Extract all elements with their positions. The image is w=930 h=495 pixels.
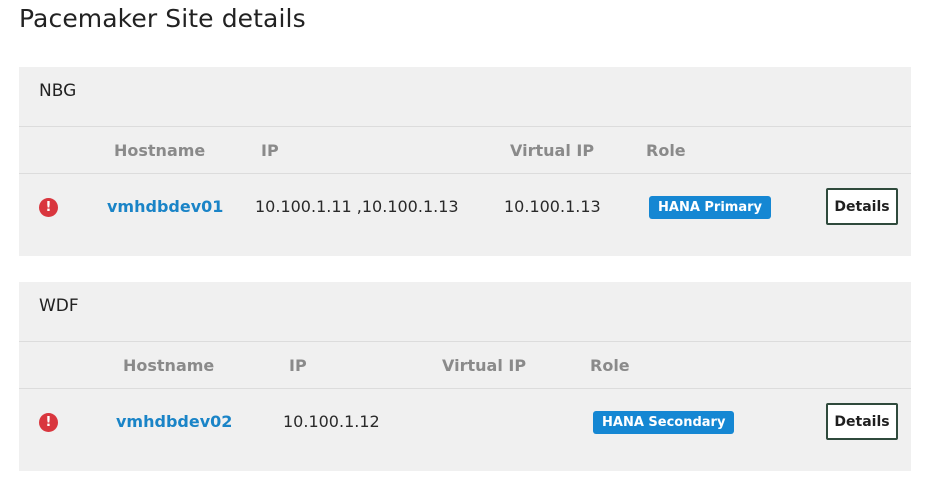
page-title: Pacemaker Site details bbox=[19, 4, 306, 33]
divider bbox=[19, 341, 911, 342]
site-name: NBG bbox=[39, 81, 77, 101]
virtual-ip-value: 10.100.1.13 bbox=[504, 197, 601, 216]
divider bbox=[19, 173, 911, 174]
column-header-virtual-ip: Virtual IP bbox=[442, 356, 527, 375]
column-header-ip: IP bbox=[289, 356, 307, 375]
error-icon: ! bbox=[39, 413, 58, 432]
role-badge: HANA Primary bbox=[649, 196, 772, 219]
divider bbox=[19, 388, 911, 389]
column-header-virtual-ip: Virtual IP bbox=[510, 141, 595, 160]
hostname-link[interactable]: vmhdbdev02 bbox=[116, 412, 232, 431]
site-name: WDF bbox=[39, 296, 79, 316]
hostname-link[interactable]: vmhdbdev01 bbox=[107, 197, 223, 216]
details-button[interactable]: Details bbox=[826, 188, 898, 225]
site-card-nbg: NBG Hostname IP Virtual IP Role ! vmhdbd… bbox=[19, 67, 911, 256]
details-button[interactable]: Details bbox=[826, 403, 898, 440]
column-header-hostname: Hostname bbox=[123, 356, 215, 375]
column-header-hostname: Hostname bbox=[114, 141, 206, 160]
ip-value: 10.100.1.11 ,10.100.1.13 bbox=[255, 197, 459, 216]
column-header-role: Role bbox=[646, 141, 686, 160]
role-badge: HANA Secondary bbox=[593, 411, 735, 434]
divider bbox=[19, 126, 911, 127]
column-header-ip: IP bbox=[261, 141, 279, 160]
column-header-role: Role bbox=[590, 356, 630, 375]
site-card-wdf: WDF Hostname IP Virtual IP Role ! vmhdbd… bbox=[19, 282, 911, 471]
ip-value: 10.100.1.12 bbox=[283, 412, 380, 431]
error-icon: ! bbox=[39, 198, 58, 217]
